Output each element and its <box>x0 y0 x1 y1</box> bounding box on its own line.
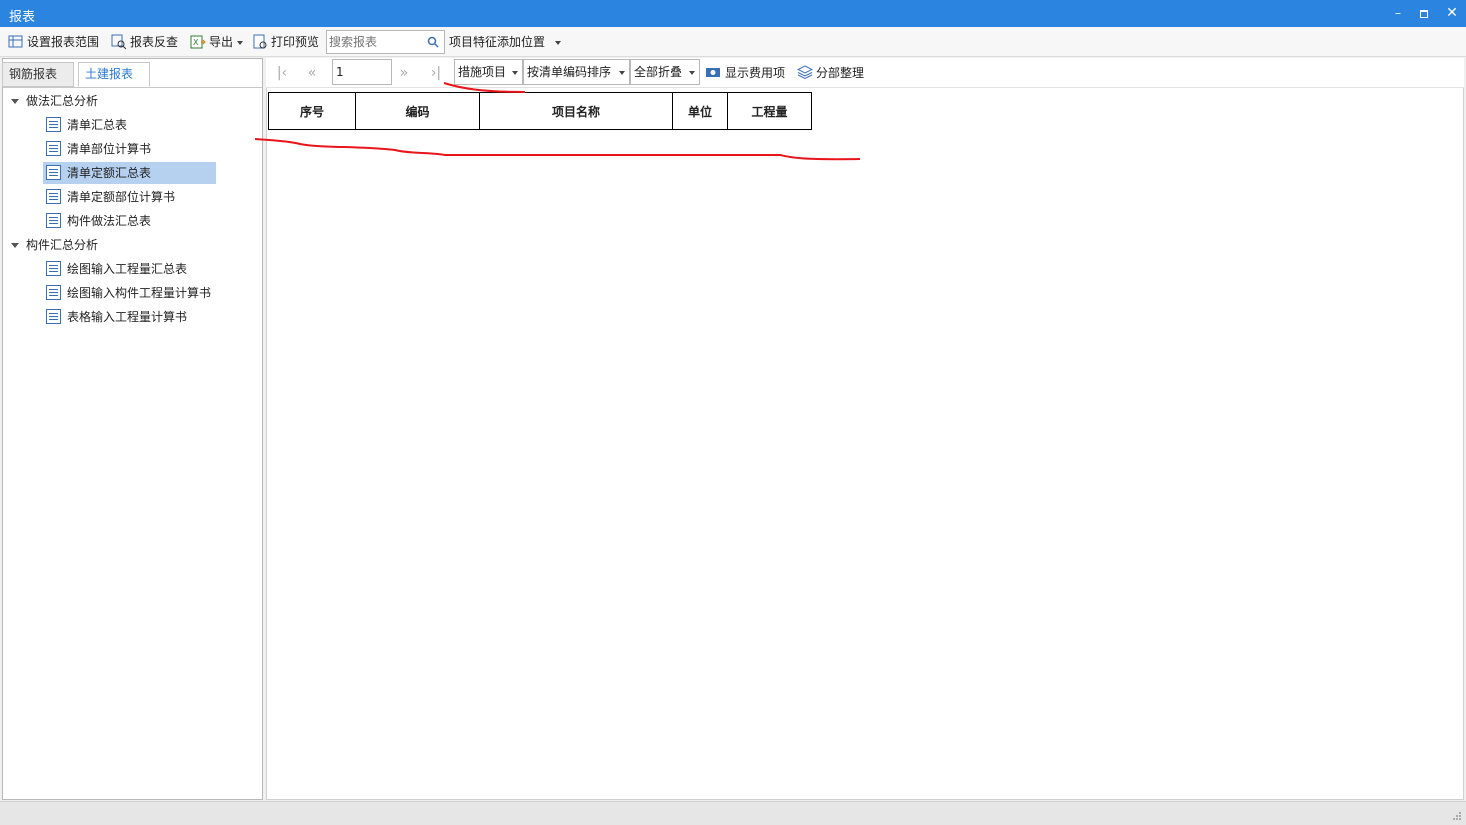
chevron-down-icon <box>237 40 244 45</box>
page-number-input[interactable]: 1 <box>332 59 392 85</box>
tree-item-label: 绘图输入工程量汇总表 <box>67 262 188 276</box>
report-doc-icon <box>46 141 61 156</box>
tree-item-bill-quota-summary[interactable]: 清单定额汇总表 <box>43 162 216 184</box>
chevron-down-icon <box>512 71 518 75</box>
tree-item-label: 表格输入工程量计算书 <box>67 310 188 324</box>
tree-item-table-quantity-calc[interactable]: 表格输入工程量计算书 <box>43 306 233 328</box>
tree-item-bill-location-calc[interactable]: 清单部位计算书 <box>43 138 213 160</box>
tree-item-drawing-quantity-summary[interactable]: 绘图输入工程量汇总表 <box>43 258 233 280</box>
title-bar: 报表 – ✕ <box>0 0 1466 27</box>
fold-value: 全部折叠 <box>634 65 683 79</box>
report-doc-icon <box>46 285 61 300</box>
set-range-icon <box>8 35 23 48</box>
tree-group-label: 做法汇总分析 <box>26 94 99 108</box>
col-header-code: 编码 <box>355 92 480 130</box>
feature-position-dropdown[interactable]: 项目特征添加位置 <box>449 33 562 51</box>
export-label: 导出 <box>209 35 234 49</box>
category-dropdown[interactable]: 措施项目 <box>454 59 523 85</box>
close-icon[interactable]: ✕ <box>1439 4 1465 22</box>
export-excel-icon: X <box>190 35 206 49</box>
report-tree: 做法汇总分析 清单汇总表 清单部位计算书 清单定额汇总表 清单定额部位计算书 构… <box>3 87 262 799</box>
tree-item-label: 绘图输入构件工程量计算书 <box>67 286 212 300</box>
reverse-check-icon <box>111 34 127 50</box>
search-icon[interactable] <box>427 36 439 48</box>
toolbar: 设置报表范围 报表反查 X 导出 打印预览 项目特征添加位置 <box>0 27 1466 57</box>
tree-group-component-summary[interactable]: 构件汇总分析 <box>9 234 209 256</box>
tree-item-bill-quota-location-calc[interactable]: 清单定额部位计算书 <box>43 186 213 208</box>
report-view <box>266 58 1464 800</box>
prev-page-icon[interactable]: « <box>302 64 322 82</box>
col-header-serial: 序号 <box>268 92 356 130</box>
sort-dropdown[interactable]: 按清单编码排序 <box>523 59 630 85</box>
sub-organize-button[interactable]: 分部整理 <box>816 64 864 82</box>
tree-item-drawing-component-calc[interactable]: 绘图输入构件工程量计算书 <box>43 282 243 304</box>
category-value: 措施项目 <box>458 65 507 79</box>
tab-civil-report[interactable]: 土建报表量 <box>78 62 150 104</box>
first-page-icon[interactable]: |‹ <box>272 64 292 82</box>
report-table: 序号 编码 项目名称 单位 工程量 <box>268 92 812 130</box>
col-header-item-name: 项目名称 <box>479 92 673 130</box>
report-doc-icon <box>46 165 61 180</box>
chevron-down-icon <box>555 40 562 45</box>
set-range-button[interactable]: 设置报表范围 <box>27 33 99 51</box>
maximize-icon[interactable] <box>1411 4 1437 22</box>
next-page-icon[interactable]: » <box>394 64 414 82</box>
tree-item-label: 清单汇总表 <box>67 118 128 132</box>
show-fee-icon <box>706 68 720 77</box>
tree-item-label: 清单部位计算书 <box>67 142 152 156</box>
table-header-row: 序号 编码 项目名称 单位 工程量 <box>268 92 812 130</box>
reverse-check-button[interactable]: 报表反查 <box>130 33 178 51</box>
search-input[interactable] <box>329 34 424 50</box>
resize-grip-icon[interactable] <box>1452 811 1462 821</box>
report-doc-icon <box>46 213 61 228</box>
report-doc-icon <box>46 189 61 204</box>
layers-icon <box>797 65 813 80</box>
chevron-down-icon <box>619 71 625 75</box>
col-header-quantity: 工程量 <box>727 92 812 130</box>
tree-item-label: 清单定额部位计算书 <box>67 190 176 204</box>
report-doc-icon <box>46 309 61 324</box>
feature-position-label: 项目特征添加位置 <box>449 35 546 49</box>
tree-item-label: 构件做法汇总表 <box>67 214 152 228</box>
status-bar <box>0 801 1466 825</box>
tab-rebar-report[interactable]: 钢筋报表量 <box>2 62 74 104</box>
tree-item-label: 清单定额汇总表 <box>67 166 152 180</box>
svg-text:X: X <box>193 38 199 47</box>
tree-item-component-method-summary[interactable]: 构件做法汇总表 <box>43 210 213 232</box>
sort-value: 按清单编码排序 <box>527 65 612 79</box>
minimize-icon[interactable]: – <box>1385 4 1411 22</box>
tree-item-bill-summary[interactable]: 清单汇总表 <box>43 114 213 136</box>
print-preview-icon <box>253 34 267 49</box>
report-nav-bar: |‹ « » ›| <box>266 58 1464 88</box>
export-button[interactable]: 导出 <box>209 33 244 51</box>
window-title: 报表 <box>9 10 36 25</box>
print-preview-button[interactable]: 打印预览 <box>271 33 319 51</box>
chevron-down-icon <box>689 71 695 75</box>
fold-dropdown[interactable]: 全部折叠 <box>630 59 700 85</box>
report-doc-icon <box>46 261 61 276</box>
search-box[interactable] <box>326 30 445 54</box>
tree-group-method-summary[interactable]: 做法汇总分析 <box>9 90 209 112</box>
expand-icon[interactable] <box>11 99 19 104</box>
last-page-icon[interactable]: ›| <box>426 64 446 82</box>
show-fee-button[interactable]: 显示费用项 <box>725 64 785 82</box>
tree-group-label: 构件汇总分析 <box>26 238 99 252</box>
report-doc-icon <box>46 117 61 132</box>
col-header-unit: 单位 <box>672 92 728 130</box>
expand-icon[interactable] <box>11 243 19 248</box>
